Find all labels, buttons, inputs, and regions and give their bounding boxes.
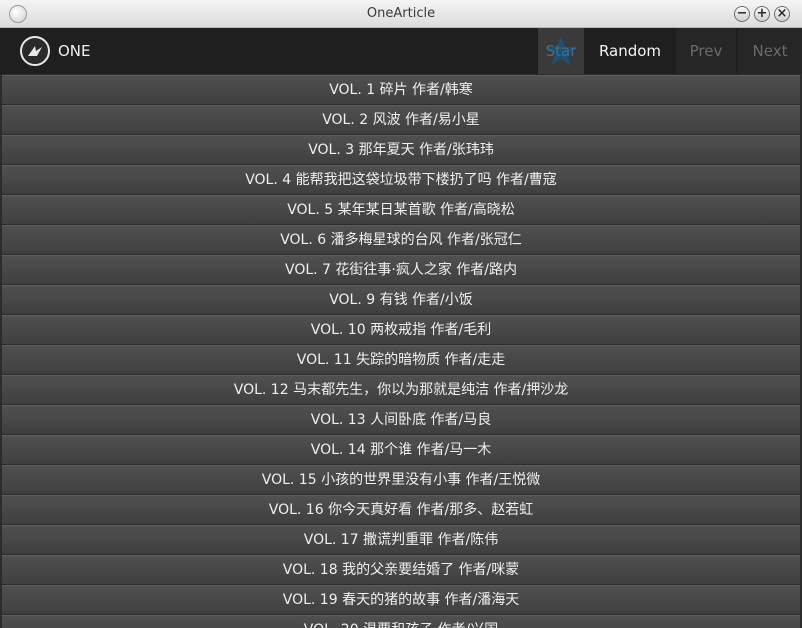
article-row[interactable]: VOL. 2 风波 作者/易小星 (2, 105, 800, 134)
article-row[interactable]: VOL. 17 撒谎判重罪 作者/陈伟 (2, 525, 800, 554)
minimize-button[interactable]: − (734, 6, 750, 22)
article-row[interactable]: VOL. 7 花街往事·疯人之家 作者/路内 (2, 255, 800, 284)
star-button[interactable]: Star (538, 28, 584, 74)
article-row[interactable]: VOL. 12 马末都先生，你以为那就是纯洁 作者/押沙龙 (2, 375, 800, 404)
random-button[interactable]: Random (586, 28, 674, 74)
article-row[interactable]: VOL. 10 两枚戒指 作者/毛利 (2, 315, 800, 344)
window-titlebar: OneArticle − + × (0, 0, 802, 28)
article-row[interactable]: VOL. 13 人间卧底 作者/马良 (2, 405, 800, 434)
window-title: OneArticle (366, 6, 436, 21)
article-row[interactable]: VOL. 20 温要和孩子 作者/兴国 (2, 615, 800, 628)
article-row[interactable]: VOL. 16 你今天真好看 作者/那多、赵若虹 (2, 495, 800, 524)
article-row[interactable]: VOL. 3 那年夏天 作者/张玮玮 (2, 135, 800, 164)
article-row[interactable]: VOL. 4 能帮我把这袋垃圾带下楼扔了吗 作者/曹寇 (2, 165, 800, 194)
article-row[interactable]: VOL. 14 那个谁 作者/马一木 (2, 435, 800, 464)
article-row[interactable]: VOL. 18 我的父亲要结婚了 作者/咪蒙 (2, 555, 800, 584)
close-button[interactable]: × (774, 6, 790, 22)
article-row[interactable]: VOL. 11 失踪的暗物质 作者/走走 (2, 345, 800, 374)
app-title: ONE (58, 42, 91, 60)
maximize-button[interactable]: + (754, 6, 770, 22)
article-row[interactable]: VOL. 15 小孩的世界里没有小事 作者/王悦微 (2, 465, 800, 494)
article-row[interactable]: VOL. 1 碎片 作者/韩寒 (2, 75, 800, 104)
app-logo-icon[interactable] (20, 36, 50, 66)
article-row[interactable]: VOL. 9 有钱 作者/小饭 (2, 285, 800, 314)
article-row[interactable]: VOL. 19 春天的猪的故事 作者/潘海天 (2, 585, 800, 614)
prev-button[interactable]: Prev (676, 28, 736, 74)
next-button[interactable]: Next (738, 28, 802, 74)
article-row[interactable]: VOL. 5 某年某日某首歌 作者/高晓松 (2, 195, 800, 224)
article-row[interactable]: VOL. 6 潘多梅星球的台风 作者/张冠仁 (2, 225, 800, 254)
star-label: Star (545, 42, 577, 60)
action-bar: ONE Star Random Prev Next (0, 28, 802, 74)
article-list[interactable]: VOL. 1 碎片 作者/韩寒 VOL. 2 风波 作者/易小星 VOL. 3 … (0, 74, 802, 628)
